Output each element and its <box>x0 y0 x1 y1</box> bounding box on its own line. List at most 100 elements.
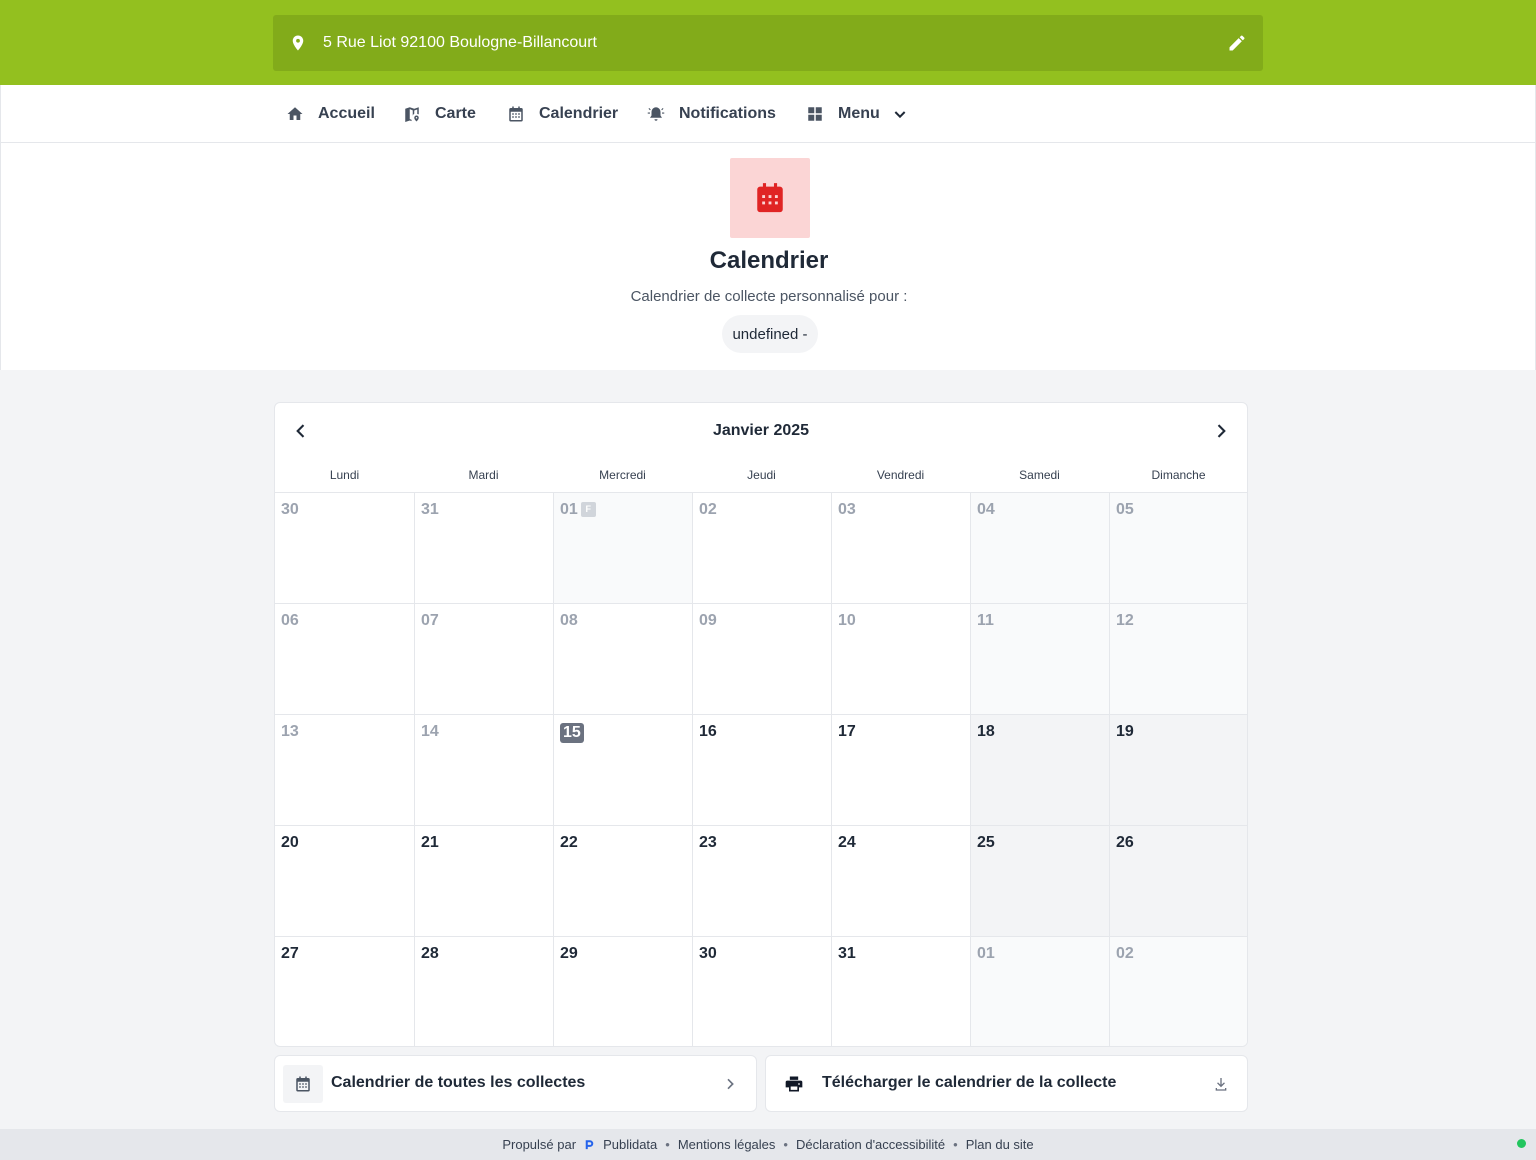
calendar-day-cell[interactable]: 15 <box>553 714 692 825</box>
publidata-link[interactable]: Publidata <box>603 1137 657 1152</box>
nav-item-accueil[interactable]: Accueil <box>286 85 375 142</box>
calendar-day-cell[interactable]: 30 <box>692 936 831 1046</box>
all-collections-button[interactable]: Calendrier de toutes les collectes <box>274 1055 757 1112</box>
address-text: 5 Rue Liot 92100 Boulogne-Billancourt <box>323 34 597 51</box>
nav-item-label: Carte <box>435 104 476 122</box>
day-number: 17 <box>838 723 856 741</box>
day-number-text: 14 <box>421 723 439 740</box>
nav-item-notifications[interactable]: Notifications <box>647 85 776 142</box>
day-number: 18 <box>977 723 995 741</box>
calendar-day-cell[interactable]: 17 <box>831 714 970 825</box>
calendar-day-cell[interactable]: 28 <box>414 936 553 1046</box>
calendar-day-cell[interactable]: 03 <box>831 492 970 603</box>
calendar-day-cell[interactable]: 22 <box>553 825 692 936</box>
day-number-text: 16 <box>699 723 717 740</box>
day-number: 27 <box>281 945 299 963</box>
day-number: 10 <box>838 612 856 630</box>
calendar-day-cell[interactable]: 26 <box>1109 825 1247 936</box>
calendar-day-cell[interactable]: 10 <box>831 603 970 714</box>
nav-item-label: Accueil <box>318 104 375 122</box>
day-number-text: 08 <box>560 612 578 629</box>
calendar-day-cell[interactable]: 14 <box>414 714 553 825</box>
calendar-day-cell[interactable]: 01 <box>970 936 1109 1046</box>
day-number-text: 25 <box>977 834 995 851</box>
calendar-day-cell[interactable]: 06 <box>275 603 414 714</box>
calendar-day-cell[interactable]: 25 <box>970 825 1109 936</box>
calendar-day-cell[interactable]: 04 <box>970 492 1109 603</box>
calendar-day-cell[interactable]: 12 <box>1109 603 1247 714</box>
calendar-day-cell[interactable]: 07 <box>414 603 553 714</box>
page-hero: Calendrier Calendrier de collecte person… <box>0 143 1536 370</box>
chevron-right-icon <box>727 1078 734 1090</box>
calendar-day-cell[interactable]: 29 <box>553 936 692 1046</box>
top-header: 5 Rue Liot 92100 Boulogne-Billancourt <box>0 0 1536 85</box>
separator: • <box>783 1137 788 1152</box>
weekday-label: Jeudi <box>747 468 776 482</box>
download-icon <box>1215 1078 1227 1091</box>
day-number: 12 <box>1116 612 1134 630</box>
day-number: 31 <box>421 501 439 519</box>
day-number: 05 <box>1116 501 1134 519</box>
calendar-day-cell[interactable]: 13 <box>275 714 414 825</box>
download-calendar-button[interactable]: Télécharger le calendrier de la collecte <box>765 1055 1248 1112</box>
publidata-logo-icon <box>585 1140 594 1150</box>
calendar-day-cell[interactable]: 02 <box>1109 936 1247 1046</box>
calendar-day-cell[interactable]: 31 <box>831 936 970 1046</box>
day-number-text: 02 <box>1116 945 1134 962</box>
main-nav: Accueil Carte Calendrier Notifications M… <box>0 85 1536 143</box>
printer-icon <box>785 1076 803 1092</box>
calendar-day-cell[interactable]: 01 F <box>553 492 692 603</box>
grid-icon <box>808 106 822 121</box>
day-number-text: 07 <box>421 612 439 629</box>
calendar-day-cell[interactable]: 18 <box>970 714 1109 825</box>
weekday-label: Lundi <box>329 468 360 482</box>
footer-link-sitemap[interactable]: Plan du site <box>966 1137 1034 1152</box>
day-number: 20 <box>281 834 299 852</box>
calendar-day-cell[interactable]: 20 <box>275 825 414 936</box>
weekday-label: Samedi <box>1019 468 1060 482</box>
all-collections-label: Calendrier de toutes les collectes <box>331 1074 586 1091</box>
day-number-text: 22 <box>560 834 578 851</box>
footer-link-accessibility[interactable]: Déclaration d'accessibilité <box>796 1137 945 1152</box>
day-number: 16 <box>699 723 717 741</box>
day-number: 08 <box>560 612 578 630</box>
address-bar[interactable]: 5 Rue Liot 92100 Boulogne-Billancourt <box>273 15 1263 71</box>
calendar-day-cell[interactable]: 23 <box>692 825 831 936</box>
day-number: 28 <box>421 945 439 963</box>
day-number-text: 31 <box>421 501 439 518</box>
calendar-day-cell[interactable]: 19 <box>1109 714 1247 825</box>
nav-item-calendrier[interactable]: Calendrier <box>507 85 618 142</box>
day-number: 14 <box>421 723 439 741</box>
page-title: Calendrier <box>709 247 829 274</box>
day-number-text: 05 <box>1116 501 1134 518</box>
footer-link-mentions[interactable]: Mentions légales <box>678 1137 776 1152</box>
calendar-day-cell[interactable]: 16 <box>692 714 831 825</box>
calendar-day-cell[interactable]: 27 <box>275 936 414 1046</box>
calendar-day-cell[interactable]: 09 <box>692 603 831 714</box>
pencil-icon[interactable] <box>1227 33 1247 53</box>
calendar-day-cell[interactable]: 08 <box>553 603 692 714</box>
calendar-day-cell[interactable]: 02 <box>692 492 831 603</box>
day-number: 03 <box>838 501 856 519</box>
day-number: 30 <box>281 501 299 519</box>
day-number: 04 <box>977 501 995 519</box>
day-number-text: 26 <box>1116 834 1134 851</box>
day-number: 01 <box>977 945 995 963</box>
day-number-text: 24 <box>838 834 856 851</box>
calendar-day-cell[interactable]: 11 <box>970 603 1109 714</box>
nav-item-carte[interactable]: Carte <box>403 85 476 142</box>
calendar-day-cell[interactable]: 31 <box>414 492 553 603</box>
address-chip: undefined - <box>722 315 818 353</box>
powered-by-text: Propulsé par <box>502 1137 577 1152</box>
calendar-day-cell[interactable]: 24 <box>831 825 970 936</box>
day-number: 07 <box>421 612 439 630</box>
calendar-day-cell[interactable]: 05 <box>1109 492 1247 603</box>
calendar-icon-box <box>283 1065 323 1103</box>
day-number: 30 <box>699 945 717 963</box>
calendar-day-cell[interactable]: 21 <box>414 825 553 936</box>
day-number-text: 09 <box>699 612 717 629</box>
nav-item-menu[interactable]: Menu <box>806 85 908 142</box>
today-badge: 15 <box>560 723 584 743</box>
chevron-right-icon[interactable] <box>1211 421 1231 441</box>
calendar-day-cell[interactable]: 30 <box>275 492 414 603</box>
